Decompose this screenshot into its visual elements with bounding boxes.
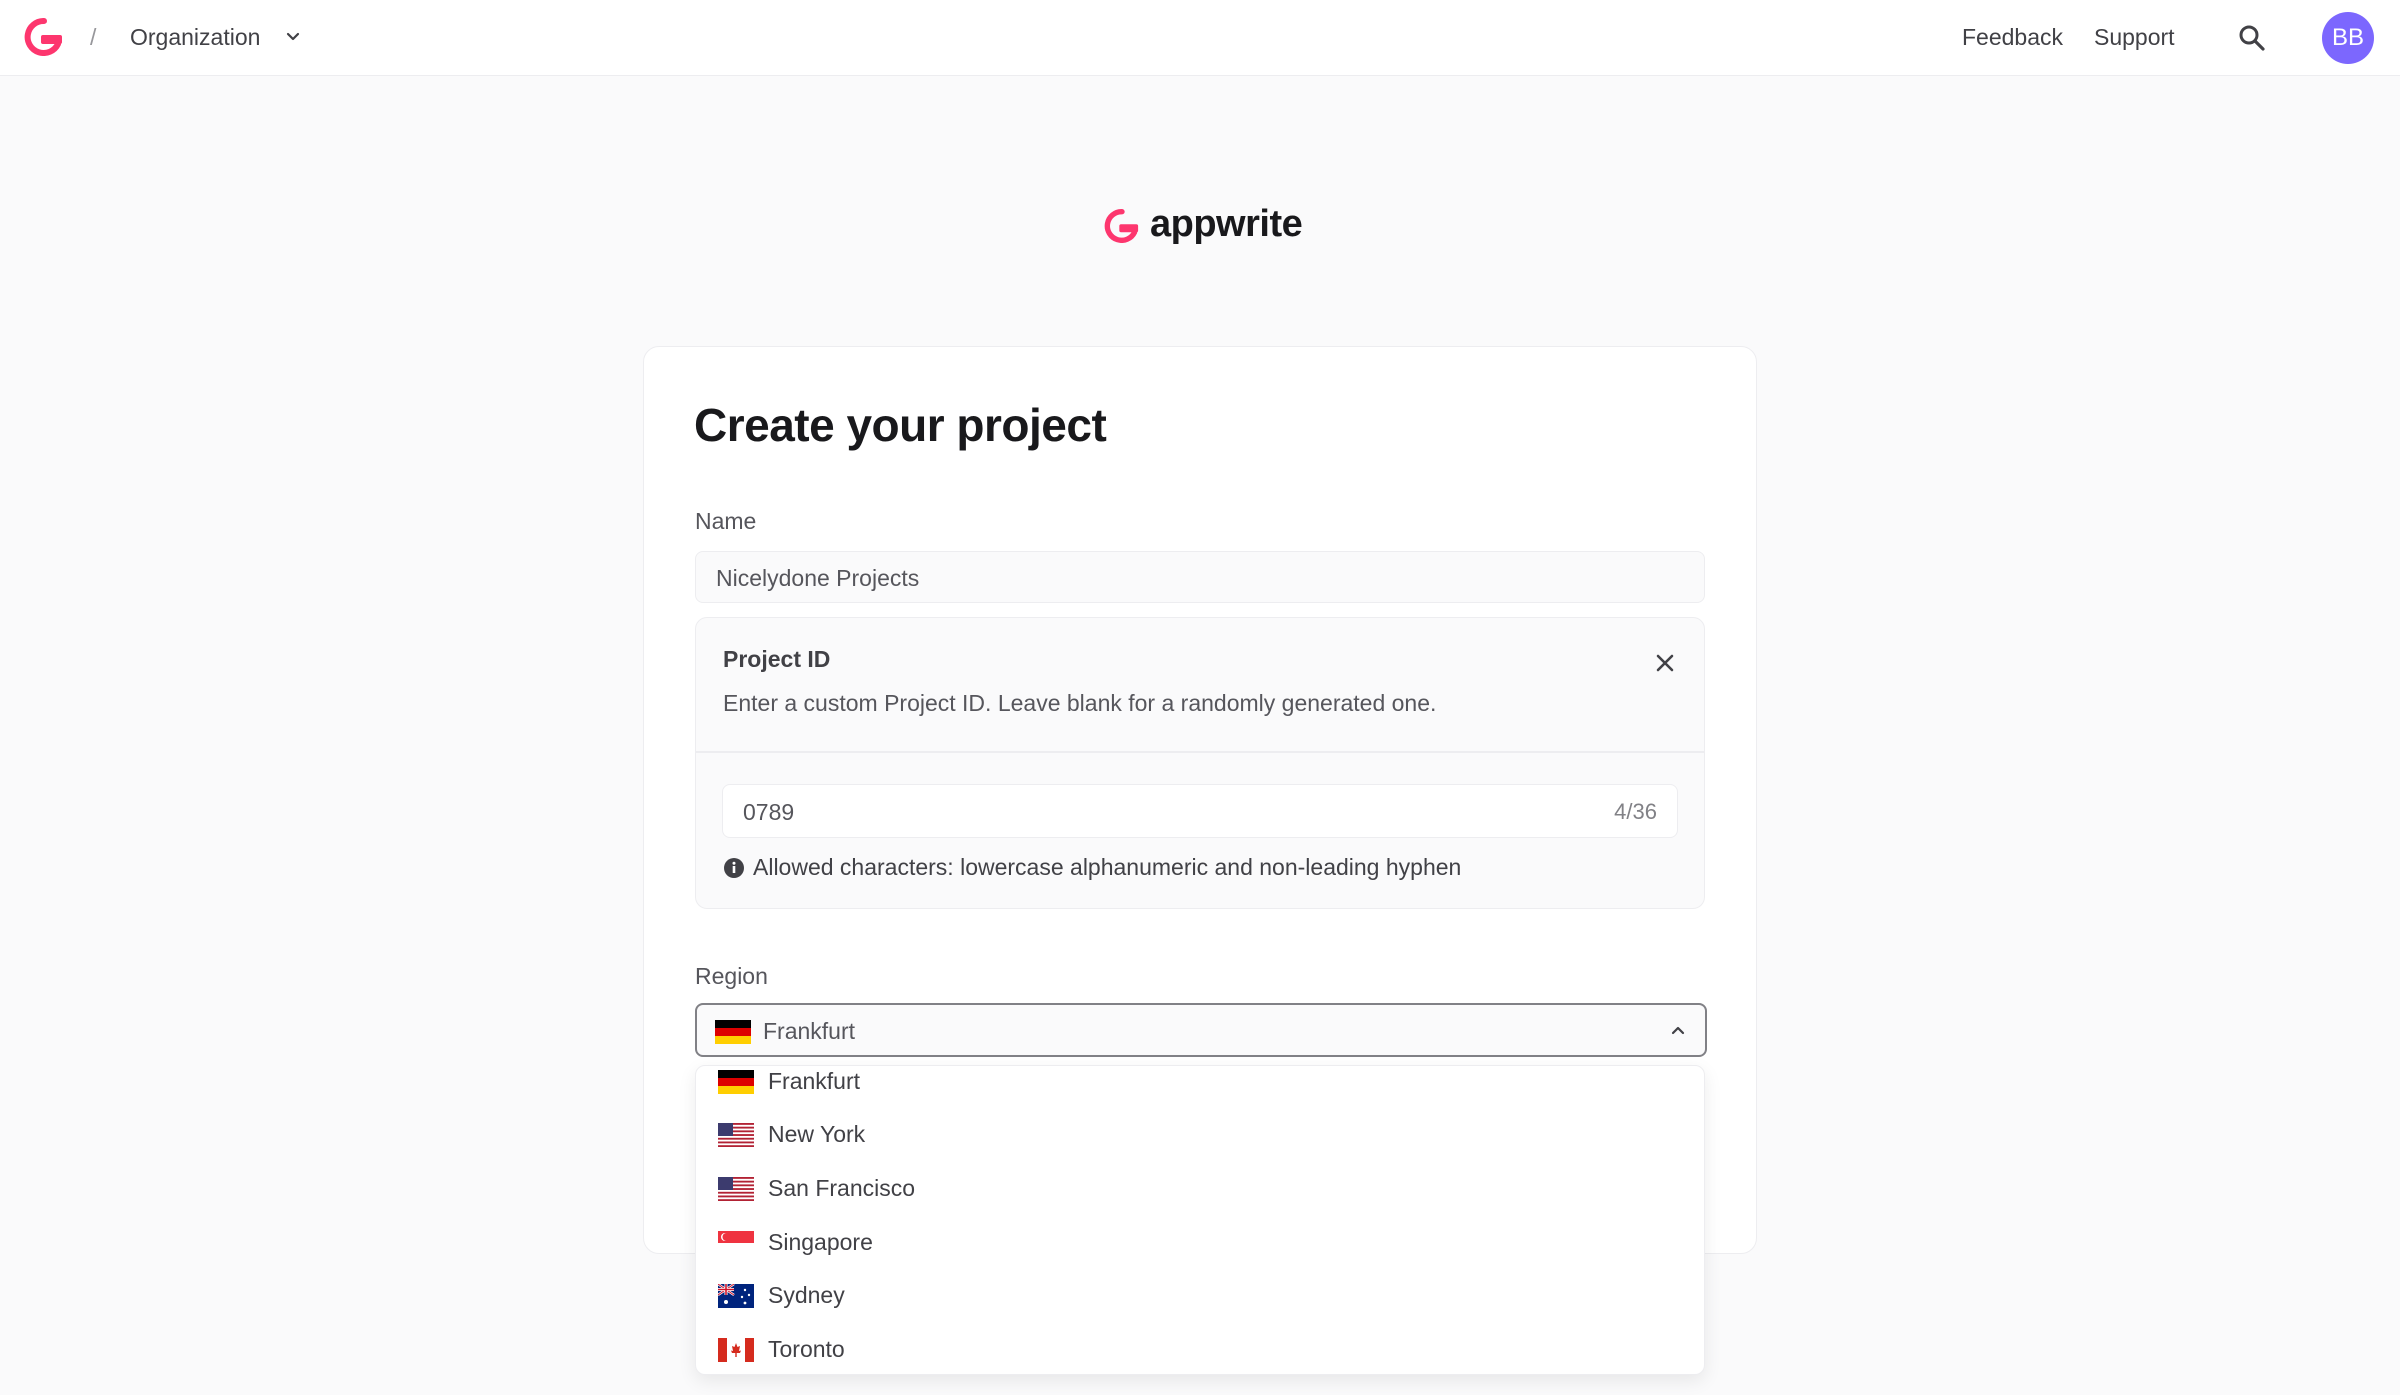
- singapore-flag-icon: [718, 1231, 754, 1255]
- page-title: Create your project: [694, 399, 1107, 451]
- info-icon: [724, 858, 744, 878]
- avatar[interactable]: BB: [2322, 12, 2374, 64]
- organization-selector[interactable]: Organization: [130, 24, 260, 51]
- appwrite-logo-icon[interactable]: [24, 18, 64, 56]
- name-label: Name: [695, 508, 757, 534]
- project-id-help-text: Allowed characters: lowercase alphanumer…: [753, 854, 1462, 880]
- usa-flag-icon: [718, 1177, 754, 1201]
- project-id-panel: Project ID Enter a custom Project ID. Le…: [695, 617, 1705, 909]
- top-bar: / Organization Feedback Support BB: [0, 0, 2400, 76]
- project-id-value: 0789: [743, 799, 795, 825]
- germany-flag-icon: [718, 1070, 754, 1094]
- region-option-label: Frankfurt: [768, 1068, 861, 1094]
- germany-flag-icon: [715, 1020, 751, 1044]
- region-option-frankfurt[interactable]: Frankfurt: [696, 1066, 1704, 1108]
- region-select[interactable]: Frankfurt: [695, 1003, 1707, 1057]
- project-id-title: Project ID: [723, 646, 831, 672]
- name-input[interactable]: Nicelydone Projects: [695, 551, 1705, 603]
- region-option-label: Singapore: [768, 1229, 873, 1255]
- region-option-label: San Francisco: [768, 1175, 916, 1201]
- region-option-sydney[interactable]: Sydney: [696, 1270, 1704, 1322]
- canada-flag-icon: [718, 1338, 754, 1362]
- character-counter: 4/36: [1614, 799, 1657, 824]
- divider: [696, 751, 1704, 753]
- region-option-san-francisco[interactable]: San Francisco: [696, 1163, 1704, 1215]
- region-option-label: New York: [768, 1121, 866, 1147]
- project-id-description: Enter a custom Project ID. Leave blank f…: [723, 690, 1437, 716]
- region-option-label: Sydney: [768, 1282, 845, 1308]
- chevron-down-icon[interactable]: [282, 26, 304, 48]
- close-icon[interactable]: [1652, 650, 1678, 676]
- region-selected-value: Frankfurt: [763, 1018, 856, 1044]
- region-label: Region: [695, 963, 768, 989]
- australia-flag-icon: [718, 1284, 754, 1308]
- feedback-link[interactable]: Feedback: [1962, 24, 2063, 51]
- appwrite-logo-icon: [1104, 209, 1140, 243]
- usa-flag-icon: [718, 1123, 754, 1147]
- region-option-label: Toronto: [768, 1336, 845, 1362]
- breadcrumb-separator: /: [90, 24, 97, 50]
- region-option-new-york[interactable]: New York: [696, 1109, 1704, 1161]
- support-link[interactable]: Support: [2094, 24, 2175, 51]
- region-option-singapore[interactable]: Singapore: [696, 1217, 1704, 1269]
- search-icon[interactable]: [2236, 22, 2268, 54]
- region-dropdown: Frankfurt New York San Francisco Singapo…: [695, 1065, 1705, 1375]
- chevron-up-icon[interactable]: [1667, 1019, 1689, 1041]
- project-id-input[interactable]: 0789 4/36: [722, 784, 1678, 838]
- brand-name: appwrite: [1150, 203, 1303, 245]
- region-option-toronto[interactable]: Toronto: [696, 1324, 1704, 1374]
